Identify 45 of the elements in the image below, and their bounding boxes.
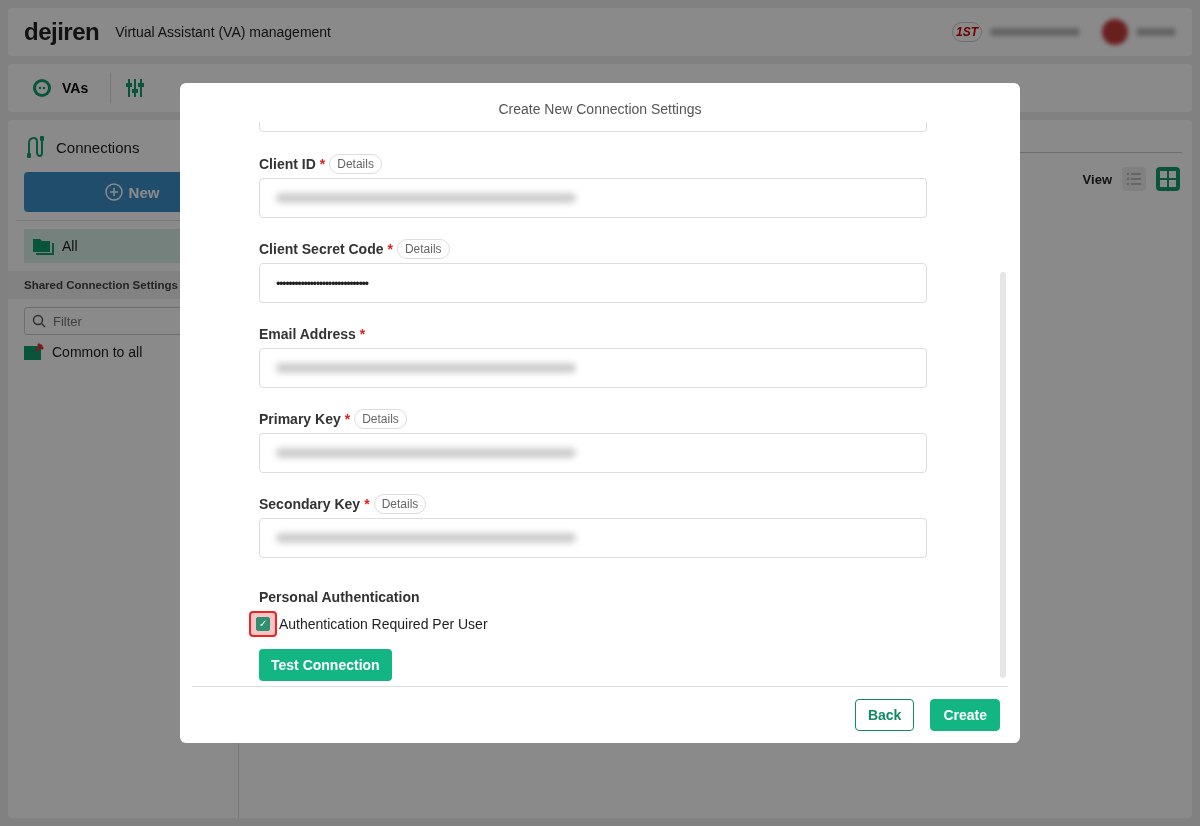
input-field[interactable] bbox=[259, 348, 927, 388]
sliders-icon bbox=[125, 78, 146, 98]
grid-icon bbox=[1159, 170, 1177, 188]
required-mark: * bbox=[364, 496, 370, 512]
sidebar-title: Connections bbox=[56, 138, 140, 156]
required-mark: * bbox=[387, 241, 393, 257]
required-mark: * bbox=[319, 156, 326, 172]
folder-icon bbox=[32, 236, 54, 256]
cable-icon bbox=[24, 135, 46, 159]
app-title: Virtual Assistant (VA) management bbox=[115, 24, 331, 40]
view-label: View bbox=[1082, 171, 1112, 187]
checkbox-label: Authentication Required Per User bbox=[279, 616, 488, 632]
input-field[interactable]: •••••••••••••••••••••••••••••• bbox=[259, 263, 927, 303]
list-view-button[interactable] bbox=[1122, 167, 1146, 191]
input-field[interactable] bbox=[259, 518, 927, 558]
avatar bbox=[1102, 19, 1128, 45]
nav-tab[interactable]: VAs bbox=[24, 78, 97, 98]
required-mark: * bbox=[344, 411, 351, 427]
scrollbar[interactable] bbox=[1000, 272, 1006, 678]
redacted-text bbox=[1136, 28, 1176, 36]
logo: dejiren bbox=[24, 18, 100, 46]
details-button[interactable]: Details bbox=[373, 494, 427, 514]
details-button[interactable]: Details bbox=[354, 409, 407, 429]
field-label: Secondary Key bbox=[259, 496, 361, 512]
robot-icon bbox=[32, 78, 52, 98]
details-button[interactable]: Details bbox=[396, 239, 450, 259]
field-label: Primary Key bbox=[259, 411, 341, 427]
pinned-folder-icon bbox=[24, 343, 44, 361]
checkbox[interactable]: ✓ bbox=[256, 617, 270, 631]
field-label: Client Secret Code bbox=[259, 241, 384, 257]
list-icon bbox=[1125, 170, 1143, 188]
input-field[interactable] bbox=[259, 433, 927, 473]
sidebar-item[interactable]: Common to all bbox=[24, 343, 238, 361]
section-heading: Personal Authentication bbox=[259, 589, 421, 607]
input-field[interactable] bbox=[259, 178, 927, 218]
grid-view-button[interactable] bbox=[1156, 167, 1180, 191]
required-mark: * bbox=[359, 326, 366, 342]
back-button[interactable]: Back bbox=[854, 699, 915, 731]
field-label: Client ID bbox=[259, 156, 316, 172]
plus-circle-icon bbox=[104, 183, 123, 201]
dialog-title: Create New Connection Settings bbox=[497, 100, 703, 119]
password-dots: •••••••••••••••••••••••••••••• bbox=[276, 275, 368, 291]
search-icon bbox=[32, 314, 46, 328]
details-button[interactable]: Details bbox=[329, 154, 382, 174]
field-label: Email Address bbox=[259, 326, 356, 342]
